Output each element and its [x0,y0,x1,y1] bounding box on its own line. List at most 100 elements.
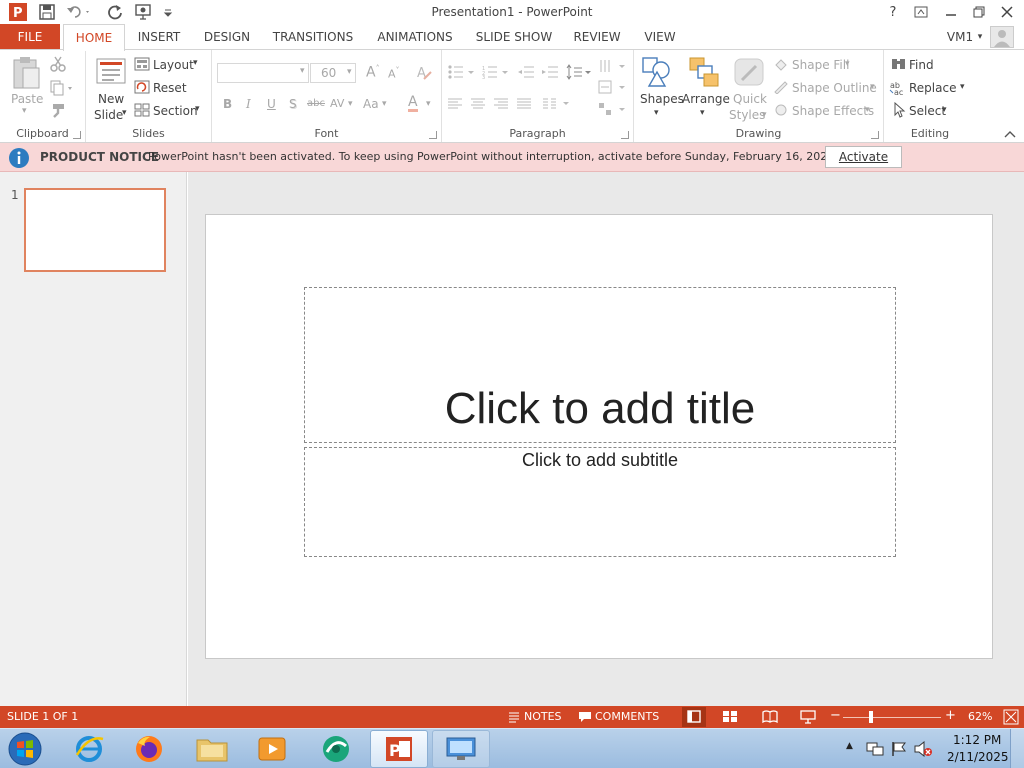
chevron-down-icon[interactable]: ▾ [942,105,947,115]
align-left-icon[interactable] [448,98,462,110]
slide-sorter-icon[interactable] [722,710,738,723]
new-slide-label-1[interactable]: New [98,92,124,106]
shapes-icon[interactable] [641,56,675,88]
bold-button[interactable]: B [223,97,232,111]
clock-date[interactable]: 2/11/2025 [947,750,1009,764]
new-slide-icon[interactable] [95,56,127,86]
clock-time[interactable]: 1:12 PM [953,733,1001,747]
tab-transitions[interactable]: TRANSITIONS [268,24,358,50]
convert-to-smartart-icon[interactable] [598,102,626,116]
copy-icon[interactable] [50,80,74,96]
zoom-slider-thumb[interactable] [869,711,873,723]
shape-effects-button[interactable]: Shape Effects [792,104,874,118]
new-slide-label-2[interactable]: Slide [94,108,123,122]
arrange-button[interactable]: Arrange [682,92,730,106]
strikethrough-button[interactable]: abc [307,98,325,109]
chevron-down-icon[interactable]: ▾ [865,105,870,115]
chevron-down-icon[interactable]: ▾ [974,24,986,50]
show-hidden-icons-icon[interactable]: ▲ [846,741,853,751]
underline-button[interactable]: U [267,97,276,111]
close-button[interactable] [994,2,1020,22]
tab-animations[interactable]: ANIMATIONS [370,24,460,50]
chevron-down-icon[interactable]: ▾ [870,82,875,92]
tab-home[interactable]: HOME [63,24,125,51]
chevron-down-icon[interactable]: ▾ [654,108,659,118]
change-case-button[interactable]: Aa [363,97,379,111]
replace-button[interactable]: Replace [909,81,956,95]
shape-outline-button[interactable]: Shape Outline [792,81,877,95]
arrange-icon[interactable] [688,56,720,88]
chevron-down-icon[interactable]: ▾ [300,66,305,76]
zoom-in-button[interactable]: + [945,708,956,723]
reading-view-icon[interactable] [762,710,778,723]
restore-button[interactable] [966,2,992,22]
notes-button[interactable]: NOTES [524,710,562,723]
comments-icon[interactable] [578,711,592,723]
normal-view-icon[interactable] [682,707,706,727]
user-avatar-icon[interactable] [990,26,1014,48]
clear-formatting-icon[interactable]: A [416,64,432,80]
comments-button[interactable]: COMMENTS [595,710,659,723]
shape-effects-icon[interactable] [773,103,789,117]
find-icon[interactable] [891,57,907,71]
paste-icon[interactable] [10,56,42,90]
justify-icon[interactable] [517,98,531,110]
italic-button[interactable]: I [246,97,251,111]
bullets-icon[interactable] [448,65,476,79]
text-direction-icon[interactable] [598,58,626,74]
chevron-down-icon[interactable]: ▾ [960,82,965,92]
action-center-flag-icon[interactable] [891,741,907,757]
clipboard-dialog-launcher[interactable] [73,131,81,139]
font-dialog-launcher[interactable] [429,131,437,139]
help-icon[interactable]: ? [880,2,906,22]
quick-styles-icon[interactable] [734,58,766,88]
user-name[interactable]: VM1 [946,24,974,50]
media-player-icon[interactable] [243,730,301,768]
title-placeholder[interactable]: Click to add title [304,287,896,443]
align-text-icon[interactable] [598,80,626,94]
taskbar-remote-desktop-button[interactable] [432,730,490,768]
font-size-box[interactable]: 60 ▾ [310,63,356,83]
increase-indent-icon[interactable] [542,65,560,79]
quick-styles-label-1[interactable]: Quick [733,92,767,106]
chevron-down-icon[interactable]: ▾ [382,99,387,109]
connection-app-icon[interactable] [307,730,365,768]
chevron-down-icon[interactable]: ▾ [426,99,431,109]
slide-canvas[interactable]: Click to add title Click to add subtitle [205,214,993,659]
line-spacing-icon[interactable] [566,64,592,80]
reset-icon[interactable] [134,80,150,94]
taskbar-powerpoint-button[interactable]: P [370,730,428,768]
align-center-icon[interactable] [471,98,485,110]
select-cursor-icon[interactable] [893,102,907,118]
volume-muted-icon[interactable] [914,741,932,757]
shrink-font-icon[interactable]: A˅ [388,66,400,81]
chevron-down-icon[interactable]: ▾ [845,59,850,69]
activate-button[interactable]: Activate [825,146,902,168]
find-button[interactable]: Find [909,58,934,72]
columns-icon[interactable] [543,98,571,110]
zoom-out-button[interactable]: − [830,708,841,723]
text-shadow-button[interactable]: S [289,97,297,111]
shape-fill-icon[interactable] [773,57,789,71]
internet-explorer-icon[interactable] [60,730,118,768]
numbering-icon[interactable]: 123 [482,65,510,79]
shape-outline-icon[interactable] [773,80,789,94]
slide-show-icon[interactable] [800,710,816,724]
select-button[interactable]: Select [909,104,946,118]
file-explorer-icon[interactable] [183,730,241,768]
show-desktop-button[interactable] [1010,729,1024,768]
section-icon[interactable] [134,103,150,117]
drawing-dialog-launcher[interactable] [871,131,879,139]
tab-insert[interactable]: INSERT [128,24,190,50]
tab-design[interactable]: DESIGN [196,24,258,50]
zoom-slider-track[interactable] [843,717,941,718]
replace-icon[interactable]: ab ac [889,80,909,96]
layout-button[interactable]: Layout [153,58,194,72]
decrease-indent-icon[interactable] [518,65,536,79]
ribbon-display-options-icon[interactable] [908,2,934,22]
collapse-ribbon-icon[interactable] [1004,130,1016,138]
align-right-icon[interactable] [494,98,508,110]
chevron-down-icon[interactable]: ▾ [762,110,767,120]
reset-button[interactable]: Reset [153,81,187,95]
network-icon[interactable] [866,741,884,757]
